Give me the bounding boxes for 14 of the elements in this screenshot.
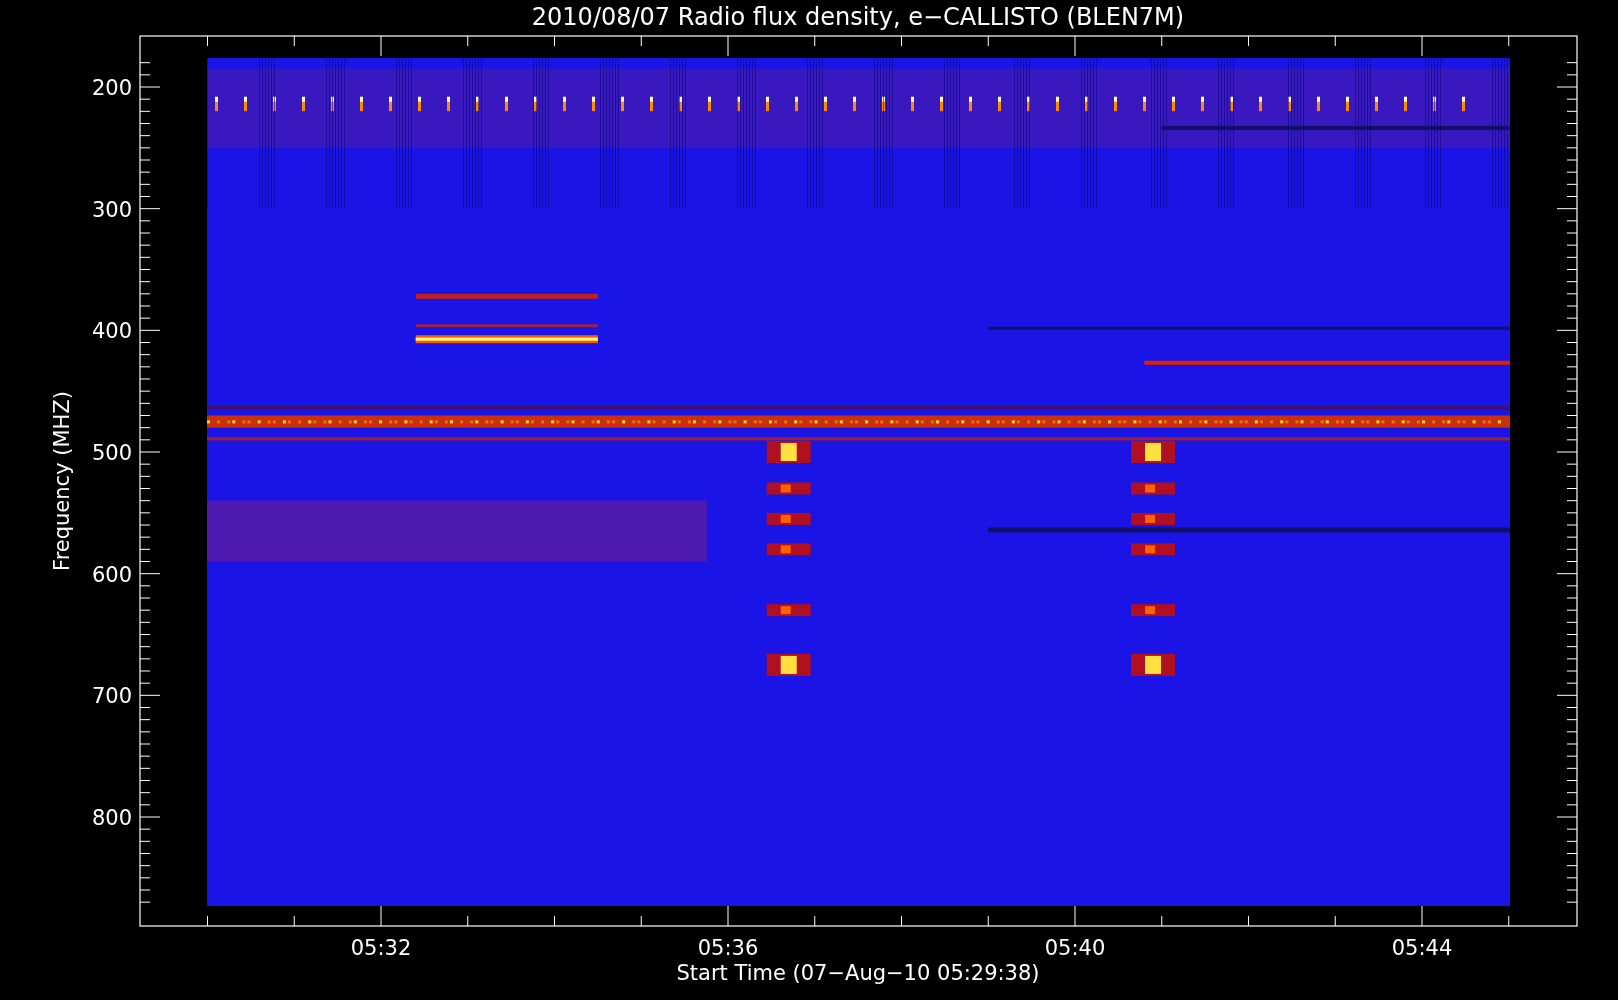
- y-tick-label: 200: [91, 76, 132, 100]
- x-tick-label: 05:32: [350, 936, 412, 960]
- chart-title: 2010/08/07 Radio flux density, e−CALLISTO (BLEN7M): [531, 3, 1185, 31]
- y-tick-label: 800: [91, 806, 132, 830]
- y-tick-label: 400: [91, 319, 132, 344]
- y-tick-label: 300: [91, 197, 132, 222]
- y-tick-label: 600: [91, 562, 132, 587]
- y-tick-label: 500: [91, 441, 132, 465]
- x-tick-label: 05:44: [1391, 936, 1453, 960]
- y-axis-label: Frequency (MHZ): [50, 391, 74, 571]
- x-tick-label: 05:36: [697, 936, 759, 960]
- x-tick-label: 05:40: [1044, 936, 1106, 960]
- x-axis-label: Start Time (07−Aug−10 05:29:38): [676, 961, 1040, 985]
- y-tick-label: 700: [91, 684, 132, 709]
